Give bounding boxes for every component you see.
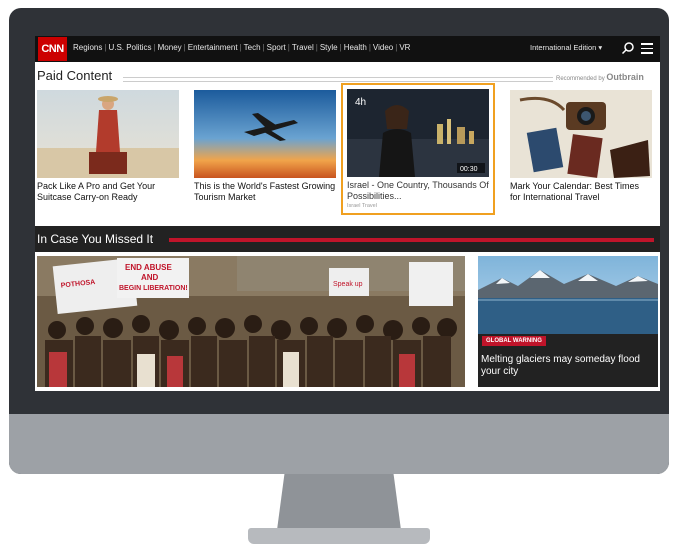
paid-card-israel[interactable]: 4h 00:30 Israel - One Country, Thousands… <box>341 83 495 215</box>
card-source: Israel Travel <box>347 203 377 209</box>
card-caption: Israel - One Country, Thousands Of Possi… <box>347 180 489 201</box>
protest-photo: POTHOSA END ABUSE AND BEGIN LIBERATION! … <box>37 256 465 387</box>
icymi-divider <box>169 238 654 242</box>
svg-text:4h: 4h <box>355 97 366 108</box>
paid-card-calendar[interactable]: Mark Your Calendar: Best Times for Inter… <box>510 90 652 203</box>
search-icon[interactable] <box>621 41 635 55</box>
hamburger-menu-icon[interactable] <box>641 43 653 54</box>
browser-screen: CNN Regions | U.S. Politics | Money | Entertai… <box>35 36 660 391</box>
airplane-thumbnail <box>194 90 336 178</box>
passport-thumbnail <box>510 90 652 178</box>
glacier-photo <box>478 256 658 334</box>
nav-item-regions[interactable]: Regions <box>73 43 102 52</box>
card-caption: Mark Your Calendar: Best Times for Inter… <box>510 181 640 202</box>
israel-video-thumbnail: 4h 00:30 <box>347 89 489 177</box>
glacier-caption: Melting glaciers may someday flood your … <box>481 354 640 377</box>
icymi-title: In Case You Missed It <box>37 232 154 246</box>
suitcase-thumbnail <box>37 90 179 178</box>
recommended-by-text: Recommended by <box>556 76 605 82</box>
monitor-chin <box>9 414 669 474</box>
outbrain-logo: Outbrain <box>606 72 644 82</box>
paid-card-suitcase[interactable]: Pack Like A Pro and Get Your Suitcase Ca… <box>37 90 179 203</box>
svg-text:END ABUSE: END ABUSE <box>125 263 172 272</box>
top-navigation-bar: CNN Regions | U.S. Politics | Money | Entertai… <box>35 36 660 62</box>
nav-item-money[interactable]: Money <box>158 43 182 52</box>
monitor-stand-base <box>248 528 430 544</box>
edition-selector[interactable]: International Edition ▾ <box>530 43 602 52</box>
nav-item-travel[interactable]: Travel <box>292 43 314 52</box>
paid-content-divider <box>123 77 553 82</box>
recommended-by-label[interactable]: Recommended by Outbrain <box>556 72 644 82</box>
paid-card-tourism[interactable]: This is the World's Fastest Growing Tour… <box>194 90 336 203</box>
monitor-stand-neck <box>277 474 401 530</box>
nav-item-entertainment[interactable]: Entertainment <box>188 43 238 52</box>
svg-text:AND: AND <box>141 273 159 282</box>
global-warning-badge: GLOBAL WARNING <box>482 336 546 346</box>
icymi-header: In Case You Missed It <box>35 226 660 252</box>
nav-item-video[interactable]: Video <box>373 43 393 52</box>
paid-content-title: Paid Content <box>37 68 113 83</box>
protest-story[interactable]: POTHOSA END ABUSE AND BEGIN LIBERATION! … <box>37 256 465 387</box>
nav-item-vr[interactable]: VR <box>399 43 410 52</box>
nav-item-sport[interactable]: Sport <box>267 43 286 52</box>
svg-text:BEGIN LIBERATION!: BEGIN LIBERATION! <box>119 285 188 292</box>
svg-text:Speak up: Speak up <box>333 281 363 288</box>
glacier-story[interactable]: GLOBAL WARNING Melting glaciers may some… <box>478 256 658 387</box>
nav-links: Regions | U.S. Politics | Money | Entertainmen… <box>73 43 411 52</box>
card-caption: This is the World's Fastest Growing Tour… <box>194 181 336 202</box>
svg-text:00:30: 00:30 <box>460 166 478 173</box>
nav-item-style[interactable]: Style <box>320 43 338 52</box>
nav-item-health[interactable]: Health <box>344 43 367 52</box>
nav-item-tech[interactable]: Tech <box>244 43 261 52</box>
cnn-logo[interactable]: CNN <box>38 37 67 61</box>
card-caption: Pack Like A Pro and Get Your Suitcase Ca… <box>37 181 156 202</box>
nav-item-us-politics[interactable]: U.S. Politics <box>108 43 151 52</box>
